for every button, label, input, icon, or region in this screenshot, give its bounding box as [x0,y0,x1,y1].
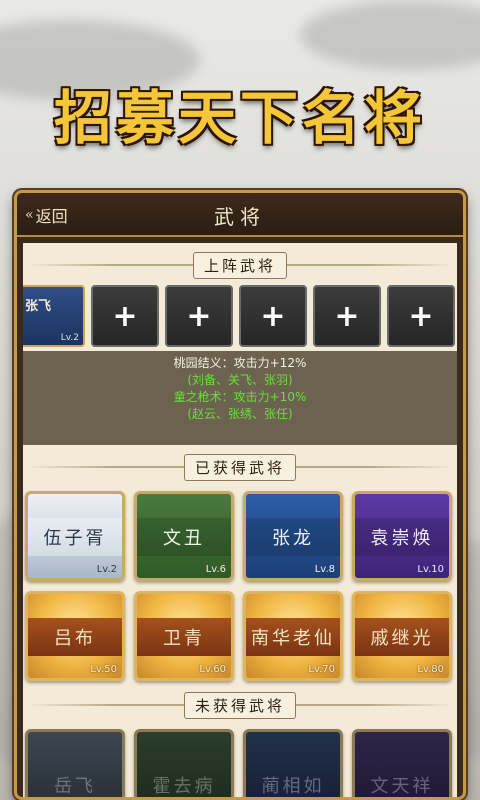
lineup-slot-empty[interactable]: + [91,285,159,347]
locked-generals-grid: 岳飞 霍去病 蔺相如 文天祥 [25,729,455,797]
bonus-line: (刘备、关飞、张羽) [187,373,293,387]
general-level: Lv.10 [417,564,444,575]
general-card[interactable]: 文丑 Lv.6 [134,491,234,581]
lineup-general-name: 张飞 [25,299,52,314]
general-card[interactable]: 张龙 Lv.8 [243,491,343,581]
lineup-slot-filled[interactable]: 张飞 Lv.2 [23,285,85,347]
general-name: 南华老仙 [246,618,340,656]
lineup-slot-empty[interactable]: + [239,285,307,347]
owned-section-label: 已获得武将 [183,453,296,481]
general-level: Lv.2 [96,564,117,575]
general-name: 袁崇焕 [355,518,449,556]
general-card[interactable]: 吕布 Lv.50 [25,591,125,681]
general-name: 霍去病 [152,776,216,797]
general-name: 伍子胥 [28,518,122,556]
lineup-slot-empty[interactable]: + [165,285,233,347]
combo-bonus-box: 桃园结义：攻击力+12% (刘备、关飞、张羽) 童之枪术：攻击力+10% (赵云… [23,351,457,445]
general-card[interactable]: 伍子胥 Lv.2 [25,491,125,581]
generals-panel: « 返回 武将 上阵武将 张飞 Lv.2 + + + + + 桃园结义：攻击力+… [14,190,466,800]
lineup-section-label: 上阵武将 [192,251,287,279]
add-icon: + [408,298,434,334]
background-mountain [300,0,480,70]
bonus-line: (赵云、张绣、张任) [187,407,293,421]
panel-titlebar: « 返回 武将 [17,193,463,237]
general-name: 张龙 [246,518,340,556]
add-icon: + [112,298,138,334]
owned-section-header: 已获得武将 [23,453,457,481]
locked-general-card[interactable]: 蔺相如 [243,729,343,797]
general-name: 蔺相如 [261,776,325,797]
locked-general-card[interactable]: 岳飞 [25,729,125,797]
general-level: Lv.8 [314,564,335,575]
locked-general-card[interactable]: 文天祥 [352,729,452,797]
lineup-slot-empty[interactable]: + [387,285,455,347]
general-card[interactable]: 卫青 Lv.60 [134,591,234,681]
panel-title: 武将 [214,205,266,229]
locked-general-card[interactable]: 霍去病 [134,729,234,797]
general-name: 文天祥 [370,776,434,797]
general-name: 岳飞 [54,776,96,797]
general-level: Lv.50 [90,664,117,675]
panel-content[interactable]: 上阵武将 张飞 Lv.2 + + + + + 桃园结义：攻击力+12% (刘备、… [23,243,457,797]
general-card[interactable]: 戚继光 Lv.80 [352,591,452,681]
lineup-slot-empty[interactable]: + [313,285,381,347]
locked-section-label: 未获得武将 [183,691,296,719]
general-level: Lv.80 [417,664,444,675]
general-level: Lv.70 [308,664,335,675]
lineup-general-level: Lv.2 [60,333,79,343]
general-name: 吕布 [28,618,122,656]
promo-banner-title: 招募天下名将 [53,84,426,152]
general-card[interactable]: 袁崇焕 Lv.10 [352,491,452,581]
owned-generals-grid: 伍子胥 Lv.2 文丑 Lv.6 张龙 Lv.8 袁崇焕 Lv.10 吕布 Lv… [25,491,455,681]
bonus-line: 童之枪术：攻击力+10% [173,390,307,404]
general-card[interactable]: 南华老仙 Lv.70 [243,591,343,681]
add-icon: + [186,298,212,334]
add-icon: + [334,298,360,334]
add-icon: + [260,298,286,334]
general-name: 文丑 [137,518,231,556]
lineup-section-header: 上阵武将 [23,251,457,279]
locked-section-header: 未获得武将 [23,691,457,719]
general-name: 卫青 [137,618,231,656]
general-name: 戚继光 [355,618,449,656]
general-level: Lv.6 [205,564,226,575]
bonus-line: 桃园结义：攻击力+12% [173,356,307,370]
lineup-row: 张飞 Lv.2 + + + + + [23,285,457,347]
general-level: Lv.60 [199,664,226,675]
